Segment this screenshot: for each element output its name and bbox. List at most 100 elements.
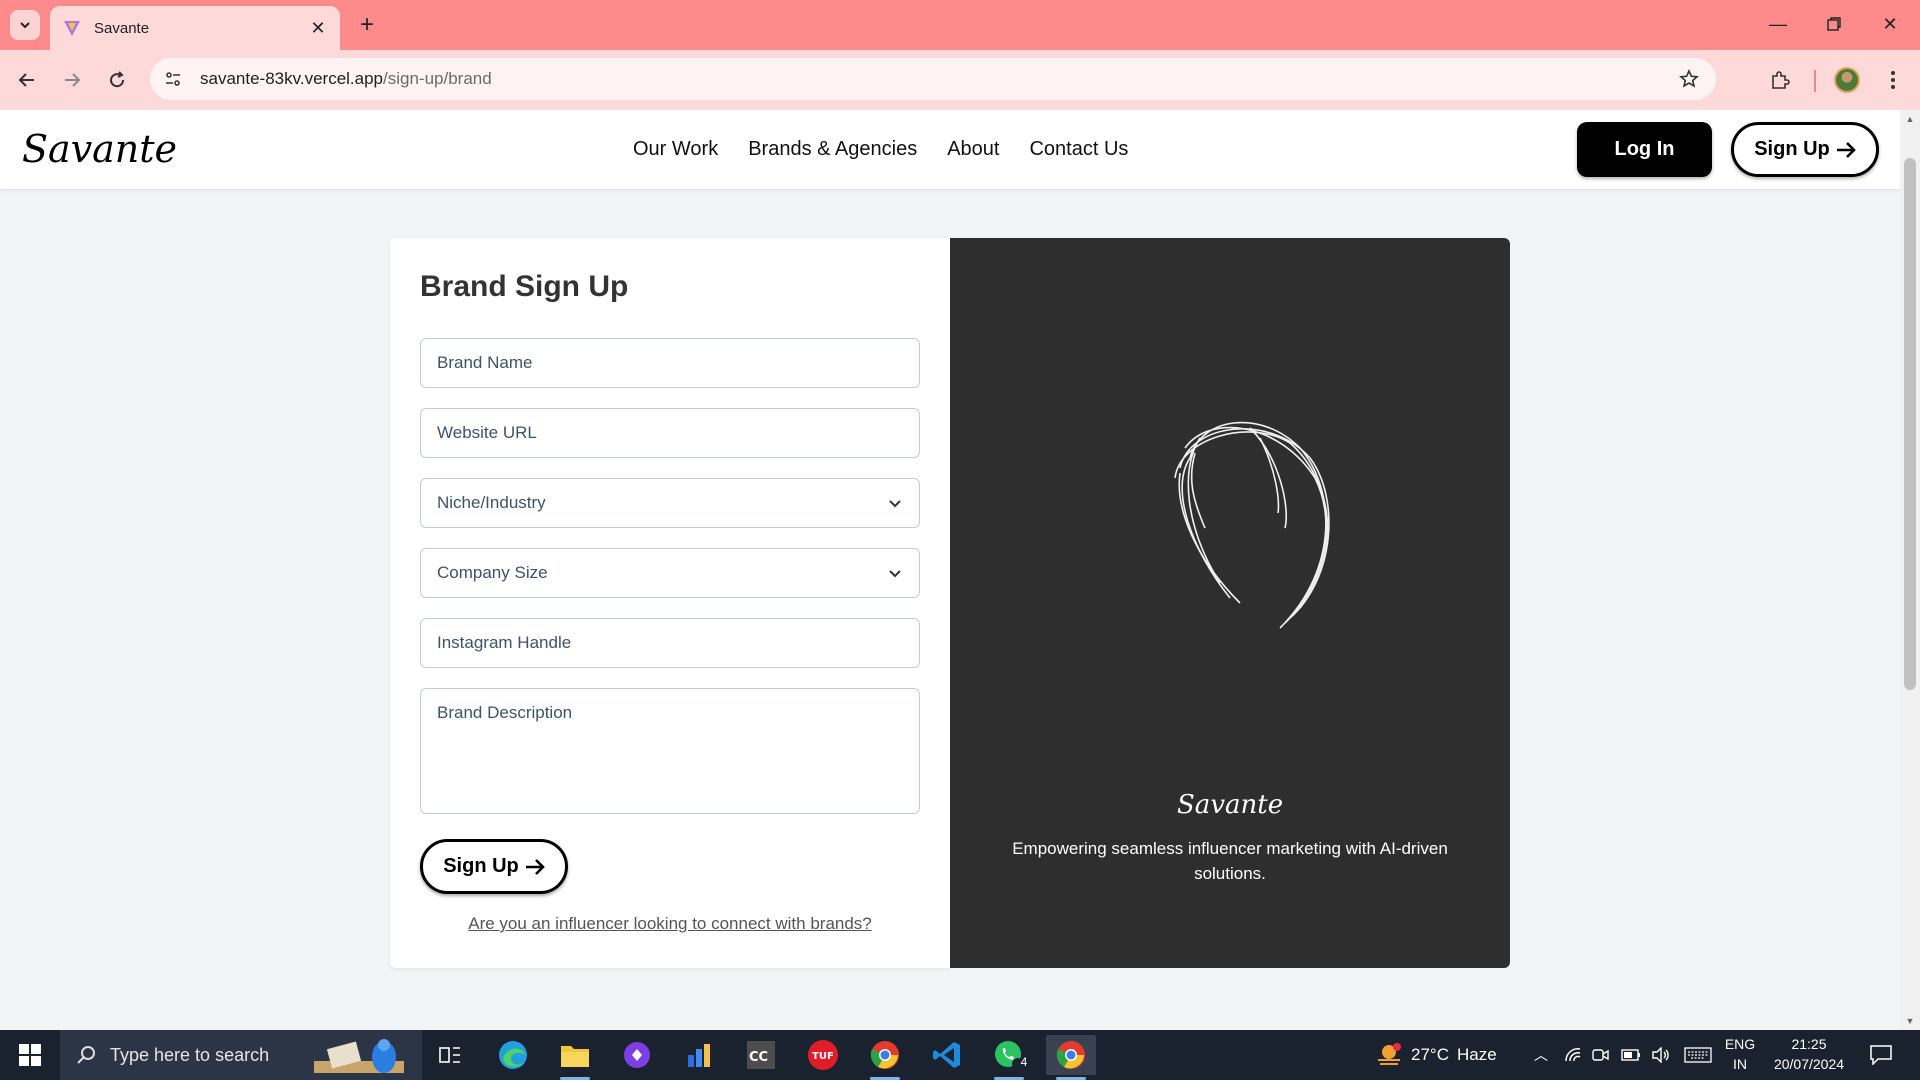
keyboard-icon[interactable] <box>1683 1044 1713 1066</box>
nav-our-work[interactable]: Our Work <box>633 138 718 161</box>
instagram-handle-input[interactable]: Instagram Handle <box>420 618 920 668</box>
window-close-icon[interactable]: ✕ <box>1862 0 1918 48</box>
whatsapp-icon[interactable]: 4 <box>984 1035 1034 1080</box>
clock[interactable]: 21:25 20/07/2024 <box>1764 1036 1854 1072</box>
svg-text:Savante: Savante <box>22 127 177 171</box>
company-size-select[interactable]: Company Size <box>420 548 920 598</box>
restore-icon[interactable] <box>1806 0 1862 48</box>
notification-center-icon[interactable] <box>1868 1042 1894 1068</box>
browser-toolbar: savante-83kv.vercel.app/sign-up/brand <box>0 50 1920 110</box>
login-label: Log In <box>1614 138 1675 160</box>
tab-close-icon[interactable]: ✕ <box>308 18 328 38</box>
power-bi-icon[interactable] <box>674 1035 724 1075</box>
brand-description-placeholder: Brand Description <box>437 703 573 722</box>
nav-brands-agencies[interactable]: Brands & Agencies <box>748 138 917 161</box>
battery-icon[interactable] <box>1620 1044 1642 1066</box>
vercel-favicon-icon <box>64 21 80 36</box>
address-bar[interactable]: savante-83kv.vercel.app/sign-up/brand <box>150 58 1716 100</box>
url-text: savante-83kv.vercel.app/sign-up/brand <box>200 69 492 89</box>
taskbar-search-placeholder: Type here to search <box>110 1044 270 1065</box>
browser-tab-active[interactable]: Savante ✕ <box>50 6 340 50</box>
windows-start-icon[interactable] <box>0 1030 60 1080</box>
website-url-placeholder: Website URL <box>437 423 537 442</box>
signup-form-card: Brand Sign Up Brand Name Website URL Nic… <box>390 238 950 968</box>
header-signup-label: Sign Up <box>1754 138 1830 160</box>
bookmark-star-icon[interactable] <box>1674 64 1704 94</box>
scrollbar-thumb[interactable] <box>1904 158 1916 690</box>
edge-browser-icon[interactable] <box>488 1035 538 1075</box>
chrome-active-icon[interactable] <box>1046 1035 1096 1080</box>
website-url-input[interactable]: Website URL <box>420 408 920 458</box>
influencer-signup-link[interactable]: Are you an influencer looking to connect… <box>390 914 950 934</box>
vscode-icon[interactable] <box>922 1035 972 1075</box>
file-explorer-icon[interactable] <box>550 1035 600 1080</box>
forward-icon[interactable] <box>55 63 89 97</box>
promo-tagline: Empowering seamless influencer marketing… <box>1012 839 1448 883</box>
extensions-icon[interactable] <box>1763 63 1797 97</box>
profile-avatar[interactable] <box>1830 63 1864 97</box>
brand-description-textarea[interactable]: Brand Description <box>420 688 920 814</box>
tab-search-button[interactable] <box>10 10 40 40</box>
clock-date: 20/07/2024 <box>1773 1056 1845 1072</box>
tuf-app-icon[interactable]: TUF <box>798 1035 848 1075</box>
minimize-icon[interactable]: — <box>1750 0 1806 48</box>
weather-desc: Haze <box>1456 1045 1497 1064</box>
chevron-down-icon <box>889 500 901 508</box>
page-viewport: Savante Our Work Brands & Agencies About… <box>0 110 1900 1030</box>
windows-taskbar: Type here to search CC TUF 4 27°C Haze ︿… <box>0 1030 1920 1080</box>
site-info-icon[interactable] <box>158 64 188 94</box>
niche-industry-placeholder: Niche/Industry <box>437 493 546 512</box>
niche-industry-select[interactable]: Niche/Industry <box>420 478 920 528</box>
menu-kebab-icon[interactable] <box>1876 63 1910 97</box>
toolbar-separator <box>1814 70 1816 92</box>
language-code: ENG <box>1724 1036 1756 1052</box>
url-path: /sign-up/brand <box>383 69 492 88</box>
whatsapp-badge: 4 <box>1020 1055 1028 1069</box>
new-tab-button[interactable]: + <box>352 10 382 40</box>
savante-logo[interactable]: Savante <box>20 120 185 178</box>
header-signup-button[interactable]: Sign Up <box>1731 122 1879 177</box>
line-art-illustration <box>1174 421 1330 629</box>
chrome-icon[interactable] <box>860 1035 910 1080</box>
nav-contact-us[interactable]: Contact Us <box>1029 138 1128 161</box>
tray-chevron-up-icon[interactable]: ︿ <box>1530 1044 1552 1066</box>
purple-app-icon[interactable] <box>612 1035 662 1075</box>
instagram-handle-placeholder: Instagram Handle <box>437 633 572 652</box>
svg-text:Savante: Savante <box>1177 790 1283 820</box>
network-icon[interactable] <box>1562 1044 1584 1066</box>
clock-time: 21:25 <box>1791 1036 1827 1052</box>
region-code: IN <box>1733 1056 1747 1072</box>
svg-text:TUF: TUF <box>812 1051 834 1062</box>
login-button[interactable]: Log In <box>1577 122 1712 177</box>
form-signup-label: Sign Up <box>443 855 519 877</box>
search-icon <box>77 1046 95 1064</box>
meet-now-icon[interactable] <box>1590 1044 1612 1066</box>
haze-weather-icon <box>1378 1043 1401 1065</box>
volume-icon[interactable] <box>1650 1044 1672 1066</box>
browser-tab-strip: Savante ✕ + — ✕ <box>0 0 1920 50</box>
tab-title: Savante <box>94 19 150 37</box>
reload-icon[interactable] <box>100 63 134 97</box>
scroll-up-icon[interactable]: ▲ <box>1905 114 1915 124</box>
arrow-right-icon <box>1836 141 1856 158</box>
task-view-icon[interactable] <box>425 1035 475 1075</box>
arrow-right-icon <box>525 858 545 875</box>
url-host: savante-83kv.vercel.app <box>200 69 384 88</box>
taskbar-search-box[interactable]: Type here to search <box>60 1030 422 1080</box>
language-indicator[interactable]: ENG IN <box>1722 1036 1758 1072</box>
page-scrollbar[interactable]: ▲ ▼ <box>1900 110 1920 1030</box>
chevron-down-icon <box>20 22 30 29</box>
nav-about[interactable]: About <box>947 138 999 161</box>
svg-text:CC: CC <box>749 1050 768 1065</box>
chevron-down-icon <box>889 570 901 578</box>
form-title: Brand Sign Up <box>420 270 629 303</box>
brand-name-input[interactable]: Brand Name <box>420 338 920 388</box>
promo-panel: Savante Empowering seamless influencer m… <box>950 238 1510 968</box>
weather-widget[interactable]: 27°C Haze <box>1375 1030 1497 1080</box>
back-icon[interactable] <box>10 63 44 97</box>
scroll-down-icon[interactable]: ▼ <box>1905 1016 1915 1026</box>
company-size-placeholder: Company Size <box>437 563 548 582</box>
search-highlight-illustration-icon <box>314 1039 405 1073</box>
cc-app-icon[interactable]: CC <box>736 1035 786 1075</box>
form-signup-button[interactable]: Sign Up <box>420 839 568 894</box>
